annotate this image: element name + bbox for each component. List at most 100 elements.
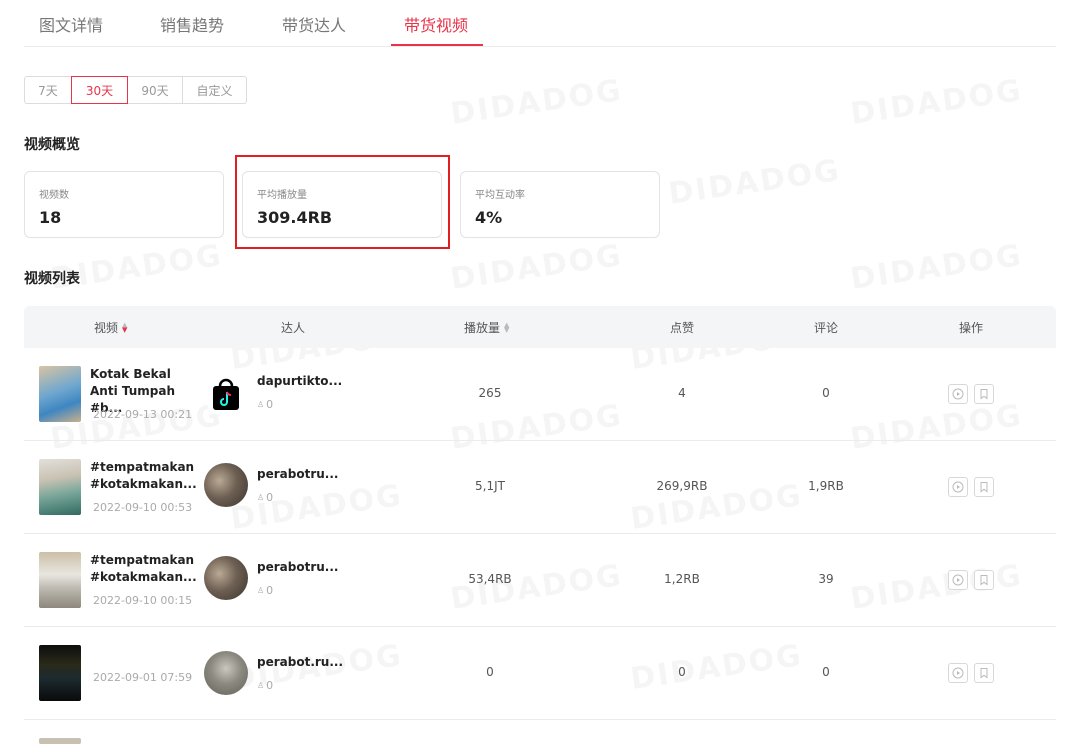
watermark: DIDADOG — [666, 153, 842, 212]
tab-bar: 图文详情 销售趋势 带货达人 带货视频 — [24, 0, 1056, 47]
column-label: 操作 — [959, 321, 984, 335]
creator-avatar[interactable] — [204, 556, 248, 600]
creator-fans: ♙ 0 — [257, 584, 273, 597]
fans-icon: ♙ — [257, 493, 265, 502]
table-header: 视频 ▲ ▼ 达人 播放量 ▲ ▼ 点赞 评论 操作 — [24, 306, 1056, 348]
video-date: 2022-09-10 00:53 — [93, 501, 193, 514]
video-date: 2022-09-10 00:15 — [93, 594, 193, 607]
shop-bag-icon — [213, 378, 239, 410]
watermark: DIDADOG — [448, 238, 624, 297]
fans-count: 0 — [266, 491, 274, 504]
column-plays[interactable]: 播放量 ▲ ▼ — [464, 319, 509, 336]
sort-icon: ▲ ▼ — [122, 320, 128, 334]
tab-videos[interactable]: 带货视频 — [404, 12, 468, 36]
fans-icon: ♙ — [257, 400, 265, 409]
bookmark-button[interactable] — [974, 663, 994, 683]
creator-name[interactable]: dapurtikto... — [257, 374, 342, 388]
tab-sales-trend[interactable]: 销售趋势 — [160, 12, 224, 36]
column-comments: 评论 — [814, 319, 838, 336]
play-video-button[interactable] — [948, 663, 968, 683]
play-icon — [952, 667, 964, 679]
table-row: Kotak Bekal Anti Tumpah #b... 2022-09-13… — [24, 348, 1056, 441]
bookmark-button[interactable] — [974, 477, 994, 497]
fans-icon: ♙ — [257, 681, 265, 690]
stat-card-avg-engagement: 平均互动率 4% — [460, 171, 660, 238]
creator-avatar[interactable] — [204, 651, 248, 695]
comments-cell: 0 — [822, 386, 830, 400]
tab-creators[interactable]: 带货达人 — [282, 12, 346, 36]
watermark: DIDADOG — [448, 73, 624, 132]
column-label: 视频 — [94, 321, 119, 335]
likes-cell: 269,9RB — [656, 479, 708, 493]
stat-value: 4% — [475, 208, 503, 227]
bookmark-icon — [980, 575, 988, 586]
creator-avatar[interactable] — [204, 463, 248, 507]
creator-name[interactable]: perabotru... — [257, 560, 338, 574]
plays-cell: 265 — [478, 386, 502, 400]
creator-fans: ♙ 0 — [257, 491, 273, 504]
active-tab-indicator — [391, 44, 483, 46]
play-icon — [952, 574, 964, 586]
creator-avatar[interactable] — [204, 372, 248, 416]
video-date: 2022-09-13 00:21 — [93, 408, 193, 421]
column-label: 播放量 — [464, 321, 501, 335]
column-video[interactable]: 视频 ▲ ▼ — [94, 319, 127, 336]
range-custom-button[interactable]: 自定义 — [182, 76, 247, 104]
tab-product-details[interactable]: 图文详情 — [39, 12, 103, 36]
video-thumbnail[interactable] — [39, 645, 81, 701]
bookmark-icon — [980, 389, 988, 400]
video-thumbnail[interactable] — [39, 459, 81, 515]
video-list-title: 视频列表 — [24, 271, 80, 287]
play-video-button[interactable] — [948, 477, 968, 497]
play-icon — [952, 481, 964, 493]
fans-icon: ♙ — [257, 586, 265, 595]
likes-cell: 1,2RB — [664, 572, 700, 586]
watermark: DIDADOG — [848, 73, 1024, 132]
range-30-days-button[interactable]: 30天 — [71, 76, 128, 104]
highlight-box — [235, 155, 450, 249]
stat-value: 18 — [39, 208, 62, 227]
table-row: 2022-09-01 07:59 perabot.ru... ♙ 0 0 0 0 — [24, 627, 1056, 720]
creator-name[interactable]: perabotru... — [257, 467, 338, 481]
bookmark-icon — [980, 668, 988, 679]
fans-count: 0 — [266, 398, 274, 411]
video-date: 2022-09-01 07:59 — [93, 671, 193, 684]
fans-count: 0 — [266, 584, 274, 597]
stat-label: 平均互动率 — [475, 190, 525, 201]
column-label: 达人 — [281, 321, 306, 335]
play-icon — [952, 388, 964, 400]
comments-cell: 0 — [822, 665, 830, 679]
video-thumbnail[interactable] — [39, 366, 81, 422]
video-thumbnail[interactable] — [39, 552, 81, 608]
creator-name[interactable]: perabot.ru... — [257, 655, 343, 669]
likes-cell: 4 — [678, 386, 686, 400]
plays-cell: 5,1JT — [475, 479, 505, 493]
stat-card-video-count: 视频数 18 — [24, 171, 224, 238]
fans-count: 0 — [266, 679, 274, 692]
plays-cell: 0 — [486, 665, 494, 679]
column-label: 评论 — [814, 321, 839, 335]
bookmark-button[interactable] — [974, 570, 994, 590]
plays-cell: 53,4RB — [468, 572, 512, 586]
comments-cell: 1,9RB — [808, 479, 844, 493]
creator-fans: ♙ 0 — [257, 679, 273, 692]
play-video-button[interactable] — [948, 570, 968, 590]
column-label: 点赞 — [670, 321, 695, 335]
watermark: DIDADOG — [848, 238, 1024, 297]
date-range-selector: 7天 30天 90天 自定义 — [24, 76, 247, 104]
video-title[interactable]: #tempatmakan #kotakmakan... — [90, 552, 197, 586]
range-7-days-button[interactable]: 7天 — [24, 76, 72, 104]
stat-label: 视频数 — [39, 190, 69, 201]
overview-title: 视频概览 — [24, 137, 80, 153]
bookmark-button[interactable] — [974, 384, 994, 404]
table-row: #tempatmakan #kotakmakan... 2022-09-10 0… — [24, 441, 1056, 534]
play-video-button[interactable] — [948, 384, 968, 404]
sort-icon: ▲ ▼ — [504, 320, 510, 334]
bookmark-icon — [980, 482, 988, 493]
video-title[interactable]: #tempatmakan #kotakmakan... — [90, 459, 197, 493]
video-thumbnail[interactable] — [39, 738, 81, 744]
column-actions: 操作 — [959, 319, 983, 336]
table-row: #tempatmakan #kotakmakan... 2022-09-10 0… — [24, 534, 1056, 627]
likes-cell: 0 — [678, 665, 686, 679]
range-90-days-button[interactable]: 90天 — [127, 76, 183, 104]
